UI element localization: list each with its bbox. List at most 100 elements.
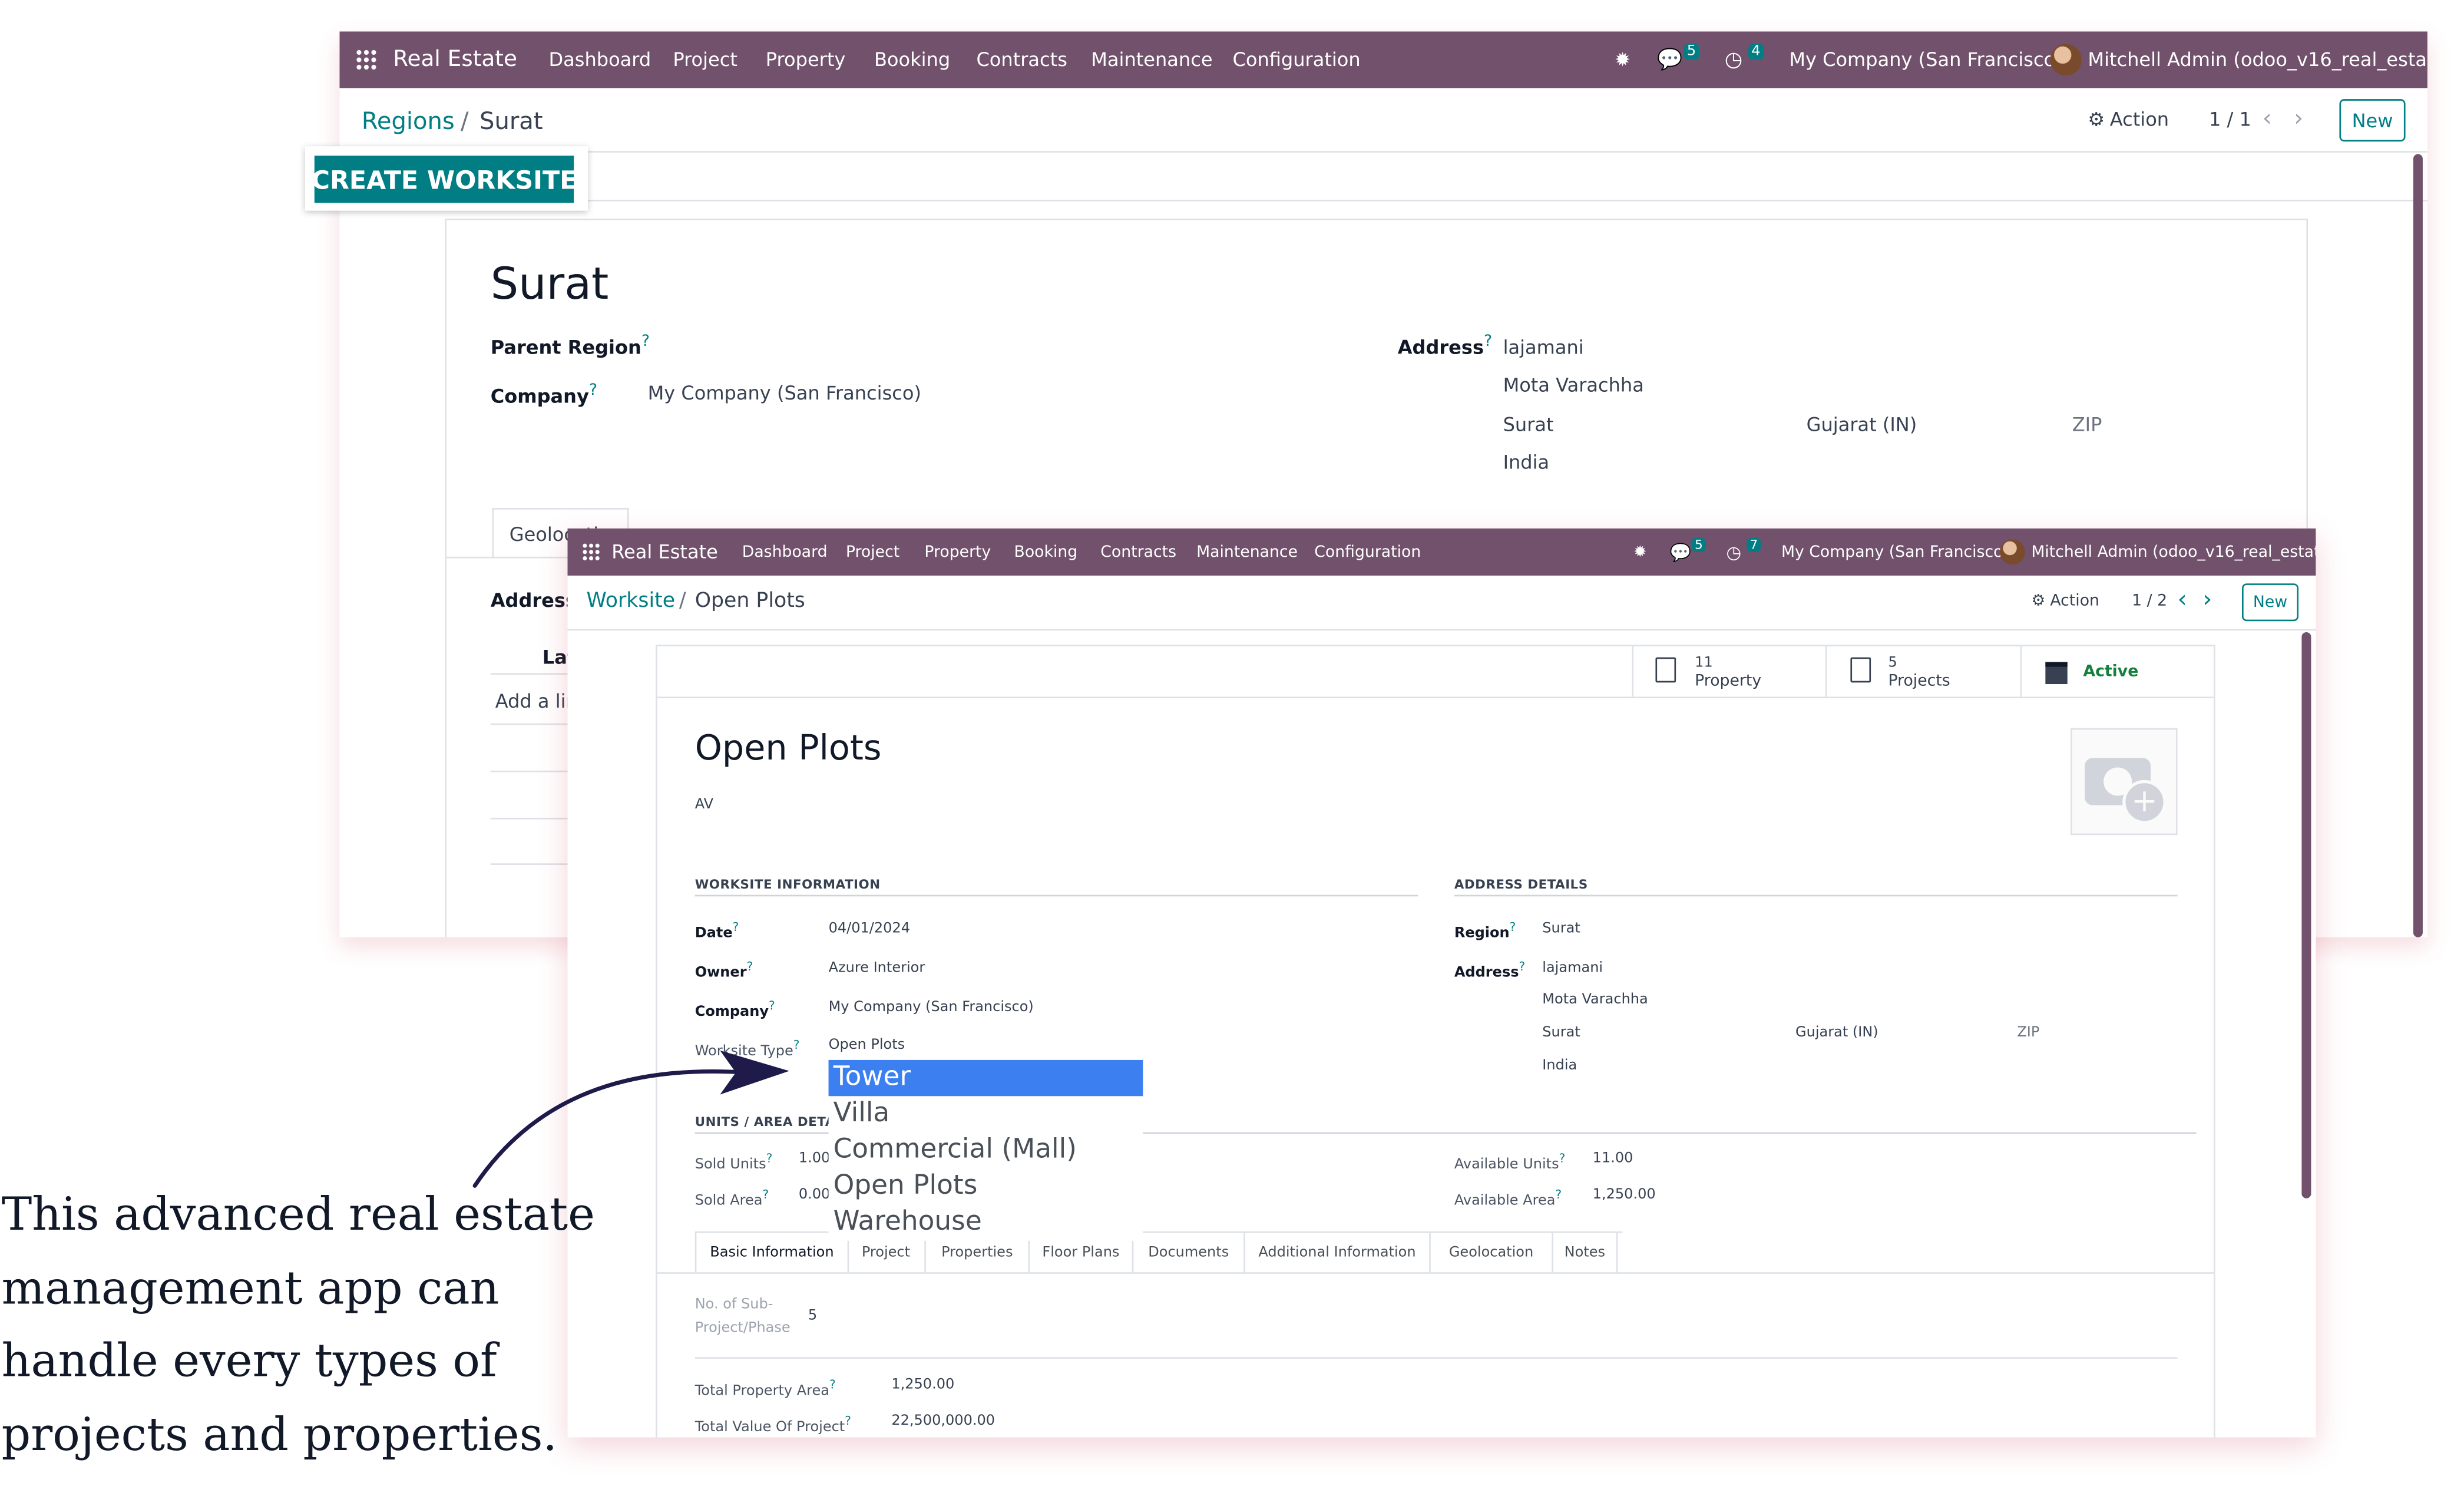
stat-button-active[interactable]: Active	[2020, 646, 2215, 697]
front-new-button[interactable]: New	[2241, 583, 2299, 622]
worksite-type-dropdown[interactable]: Tower Villa Commercial (Mall) Open Plots…	[828, 1059, 1143, 1241]
front-menu-booking[interactable]: Booking	[1014, 543, 1078, 560]
stat-property-count: 11	[1695, 655, 1713, 672]
region-value[interactable]: Surat	[1542, 922, 1580, 937]
tab-geolocation[interactable]: Geolocation	[1431, 1233, 1553, 1274]
back-user-name[interactable]: Mitchell Admin (odoo_v16_real_estate)	[2088, 49, 2427, 71]
back-menu-configuration[interactable]: Configuration	[1232, 49, 1360, 71]
dropdown-option-open-plots[interactable]: Open Plots	[829, 1168, 1143, 1204]
front-apps-grid-icon[interactable]	[581, 542, 601, 562]
create-worksite-button[interactable]: CREATE WORKSITE	[312, 156, 577, 203]
front-menu-contracts[interactable]: Contracts	[1100, 543, 1176, 560]
back-breadcrumb-regions[interactable]: Regions	[362, 107, 455, 135]
dropdown-option-commercial-mall[interactable]: Commercial (Mall)	[829, 1132, 1143, 1168]
front-user-name[interactable]: Mitchell Admin (odoo_v16_real_estate)	[2031, 543, 2316, 560]
plus-circle-icon: +	[2122, 780, 2167, 824]
front-menu-maintenance[interactable]: Maintenance	[1196, 543, 1298, 560]
back-navbar: Real Estate Dashboard Project Property B…	[339, 31, 2427, 88]
back-clock-icon[interactable]: ◷	[1725, 48, 1742, 71]
owner-label: Owner?	[694, 959, 753, 982]
front-country[interactable]: India	[1542, 1058, 1577, 1074]
back-menu-booking[interactable]: Booking	[874, 49, 950, 71]
back-chat-icon[interactable]: 💬	[1657, 48, 1682, 71]
date-value[interactable]: 04/01/2024	[829, 922, 910, 937]
back-address-label: Address?	[1397, 333, 1493, 359]
back-gear-icon[interactable]: ⚙	[2088, 108, 2105, 130]
available-units-value[interactable]: 11.00	[1593, 1151, 1633, 1167]
dropdown-option-villa[interactable]: Villa	[829, 1096, 1143, 1132]
back-company-value[interactable]: My Company (San Francisco)	[648, 382, 921, 404]
back-prev-icon[interactable]: ‹	[2263, 104, 2272, 132]
stat-button-projects[interactable]: 5 Projects	[1825, 646, 2022, 697]
dropdown-option-warehouse[interactable]: Warehouse	[829, 1204, 1143, 1240]
front-city[interactable]: Surat	[1542, 1025, 1580, 1041]
back-action-button[interactable]: Action	[2110, 108, 2169, 130]
back-menu-maintenance[interactable]: Maintenance	[1091, 49, 1212, 71]
caption-line-4: projects and properties.	[1, 1406, 558, 1461]
projects-doc-icon	[1850, 657, 1871, 683]
front-clock-badge: 7	[1747, 537, 1761, 552]
back-next-icon[interactable]: ›	[2294, 104, 2303, 132]
front-menu-project[interactable]: Project	[846, 543, 899, 560]
back-country[interactable]: India	[1503, 451, 1550, 473]
front-next-icon[interactable]: ›	[2202, 585, 2212, 613]
company-value[interactable]: My Company (San Francisco)	[829, 1000, 1034, 1016]
back-address-line1[interactable]: lajamani	[1503, 336, 1584, 358]
back-menu-dashboard[interactable]: Dashboard	[548, 49, 651, 71]
tab-basic-information[interactable]: Basic Information	[694, 1233, 849, 1274]
front-menu-configuration[interactable]: Configuration	[1314, 543, 1421, 560]
back-menu-project[interactable]: Project	[673, 49, 737, 71]
back-address-line2[interactable]: Mota Varachha	[1503, 374, 1644, 396]
front-gear-icon[interactable]: ⚙	[2031, 593, 2045, 610]
available-area-value[interactable]: 1,250.00	[1593, 1187, 1656, 1203]
back-user-avatar[interactable]	[2050, 44, 2082, 76]
owner-value[interactable]: Azure Interior	[829, 961, 925, 977]
back-menu-property[interactable]: Property	[766, 49, 846, 71]
back-company-switcher[interactable]: My Company (San Francisco)	[1789, 49, 2062, 71]
stat-active-label: Active	[2083, 663, 2139, 681]
front-address-line2[interactable]: Mota Varachha	[1542, 992, 1648, 1008]
back-company-label: Company?	[490, 382, 598, 408]
total-area-value[interactable]: 1,250.00	[891, 1378, 954, 1393]
subphase-value[interactable]: 5	[808, 1309, 817, 1325]
back-scrollbar[interactable]	[2413, 154, 2423, 937]
tab-additional-information[interactable]: Additional Information	[1245, 1233, 1431, 1274]
back-menu-contracts[interactable]: Contracts	[976, 49, 1067, 71]
back-clock-badge: 4	[1748, 44, 1764, 60]
tab-notes[interactable]: Notes	[1553, 1233, 1618, 1274]
front-user-avatar[interactable]	[1999, 539, 2025, 565]
back-bug-icon[interactable]: ✹	[1615, 49, 1630, 71]
front-bug-icon[interactable]: ✹	[1633, 543, 1646, 560]
back-app-name[interactable]: Real Estate	[393, 47, 517, 72]
front-app-name[interactable]: Real Estate	[611, 541, 718, 563]
caption-line-3: handle every types of	[1, 1333, 497, 1388]
front-prev-icon[interactable]: ‹	[2178, 585, 2187, 613]
apps-grid-icon[interactable]	[355, 48, 378, 71]
tab-documents[interactable]: Documents	[1133, 1233, 1245, 1274]
total-value-value[interactable]: 22,500,000.00	[891, 1414, 995, 1429]
subphase-label-line2: Project/Phase	[694, 1320, 791, 1337]
worksite-type-value[interactable]: Open Plots	[829, 1038, 905, 1054]
front-menu-dashboard[interactable]: Dashboard	[742, 543, 828, 560]
front-chat-badge: 5	[1691, 537, 1706, 552]
front-clock-icon[interactable]: ◷	[1727, 541, 1742, 562]
back-parent-region-label: Parent Region?	[490, 333, 650, 359]
image-placeholder[interactable]: +	[2071, 728, 2178, 836]
dropdown-option-tower[interactable]: Tower	[828, 1059, 1143, 1097]
front-company-switcher[interactable]: My Company (San Francisco)	[1781, 543, 2009, 560]
front-state[interactable]: Gujarat (IN)	[1795, 1025, 1878, 1041]
stat-button-property[interactable]: 11 Property	[1632, 646, 1827, 697]
front-action-button[interactable]: Action	[2050, 593, 2099, 610]
front-window: Real Estate Dashboard Project Property B…	[567, 528, 2316, 1438]
front-scrollbar[interactable]	[2301, 632, 2311, 1198]
front-menu-property[interactable]: Property	[924, 543, 991, 560]
front-zip[interactable]: ZIP	[2017, 1025, 2039, 1041]
back-city[interactable]: Surat	[1503, 414, 1554, 435]
front-address-line1[interactable]: lajamani	[1542, 961, 1603, 977]
front-chat-icon[interactable]: 💬	[1669, 541, 1691, 562]
front-breadcrumb-current: Open Plots	[694, 589, 805, 613]
back-zip[interactable]: ZIP	[2072, 414, 2102, 435]
back-state[interactable]: Gujarat (IN)	[1807, 414, 1917, 435]
front-breadcrumb-worksite[interactable]: Worksite	[587, 590, 676, 613]
back-new-button[interactable]: New	[2339, 99, 2406, 142]
